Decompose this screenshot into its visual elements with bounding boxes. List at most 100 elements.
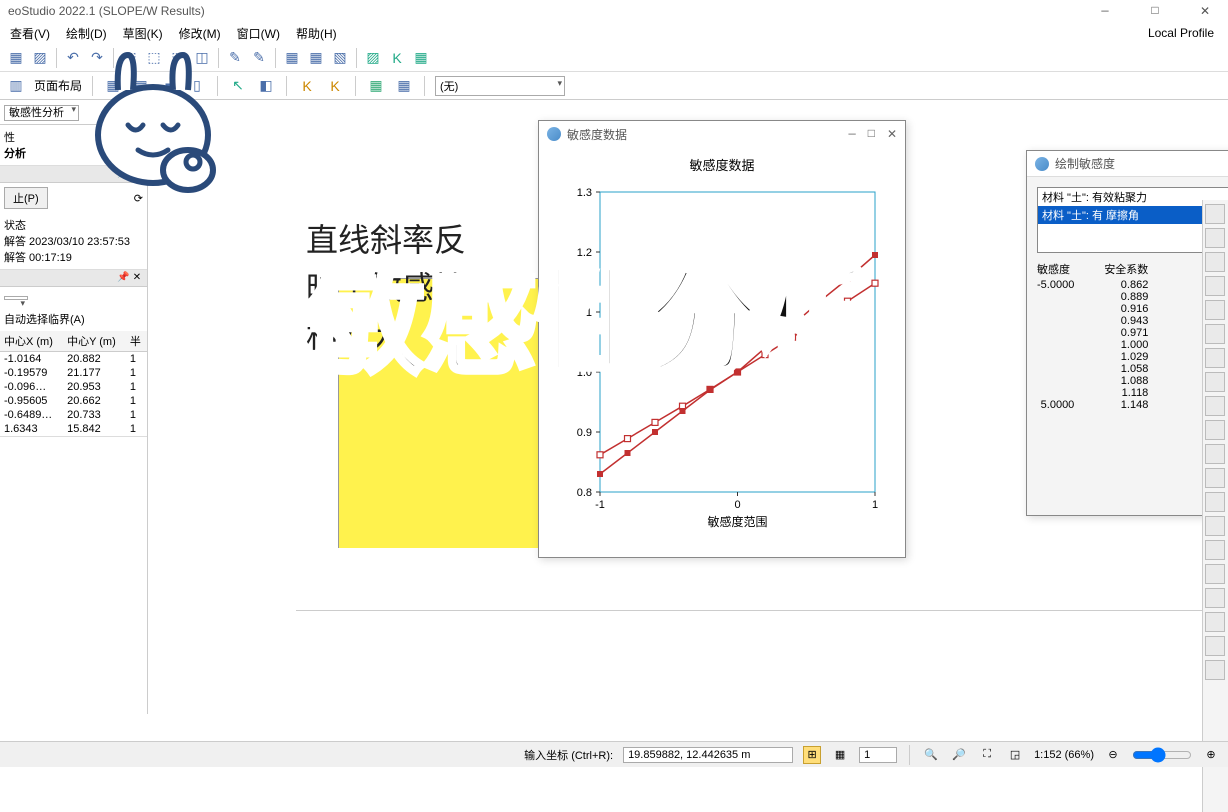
rtool-icon[interactable] — [1205, 396, 1225, 416]
menu-sketch[interactable]: 草图(K) — [117, 23, 169, 44]
chart-dialog-titlebar[interactable]: 敏感度数据 — □ ✕ — [539, 121, 905, 147]
zoom-out-icon[interactable]: 🔎 — [950, 746, 968, 764]
sens-dialog-titlebar[interactable]: 绘制敏感度 ? ✕ — [1027, 151, 1228, 177]
pin-icon[interactable]: 📌 — [117, 168, 129, 180]
sens-dialog-title: 绘制敏感度 — [1055, 155, 1115, 172]
table-row[interactable]: -0.6489…20.7331 — [0, 408, 147, 422]
table-row[interactable]: -0.1957921.1771 — [0, 366, 147, 380]
zoom-plus-icon[interactable]: ⊕ — [1202, 746, 1220, 764]
rtool-icon[interactable] — [1205, 300, 1225, 320]
tb2-icon-8[interactable]: ▦ — [366, 76, 386, 96]
menu-help[interactable]: 帮助(H) — [290, 23, 343, 44]
tb2-icon-6[interactable]: K — [297, 76, 317, 96]
dlg-minimize-icon[interactable]: — — [849, 127, 856, 142]
tool-icon-4[interactable]: ◫ — [192, 48, 212, 68]
svg-text:-1: -1 — [595, 499, 605, 511]
col-header-y[interactable]: 中心Y (m) — [63, 331, 126, 352]
tb2-icon-9[interactable]: ▦ — [394, 76, 414, 96]
grid-value[interactable] — [859, 747, 897, 763]
tool-icon-8[interactable]: ▦ — [306, 48, 326, 68]
material-listbox[interactable]: 材料 "土": 有效粘聚力 材料 "土": 有 摩擦角 — [1037, 187, 1228, 253]
rtool-icon[interactable] — [1205, 372, 1225, 392]
menu-window[interactable]: 窗口(W) — [231, 23, 286, 44]
tool-icon-3[interactable]: ⬚ — [168, 48, 188, 68]
rtool-icon[interactable] — [1205, 276, 1225, 296]
rtool-icon[interactable] — [1205, 492, 1225, 512]
dlg-close-icon[interactable]: ✕ — [887, 127, 897, 142]
col-header-r[interactable]: 半 — [126, 331, 147, 352]
rtool-icon[interactable] — [1205, 636, 1225, 656]
rtool-icon[interactable] — [1205, 564, 1225, 584]
menu-view[interactable]: 查看(V) — [4, 23, 56, 44]
tool-icon-12[interactable]: ▦ — [411, 48, 431, 68]
refresh-icon[interactable]: ⟳ — [134, 192, 143, 205]
menu-draw[interactable]: 绘制(D) — [60, 23, 113, 44]
zoom-fit-icon[interactable]: ⛶ — [978, 746, 996, 764]
tb2-icon-1[interactable]: ▦ — [103, 76, 123, 96]
zoom-extent-icon[interactable]: ◲ — [1006, 746, 1024, 764]
table-row[interactable]: -0.9560520.6621 — [0, 394, 147, 408]
auto-select-label[interactable]: 自动选择临界(A) — [4, 311, 143, 327]
tb2-icon-2[interactable]: ▦ — [131, 76, 151, 96]
rtool-icon[interactable] — [1205, 348, 1225, 368]
list-item[interactable]: 材料 "土": 有效粘聚力 — [1038, 188, 1228, 206]
list-item[interactable]: 材料 "土": 有 摩擦角 — [1038, 206, 1228, 224]
canvas-area[interactable]: 直线斜率反 映了敏感性 相对大 敏感度数据 — □ ✕ 敏感度数据 0.80.9… — [148, 100, 1228, 714]
results-dropdown[interactable] — [4, 296, 28, 300]
new-icon[interactable]: ▦ — [6, 48, 26, 68]
rtool-icon[interactable] — [1205, 444, 1225, 464]
tool-icon-6[interactable]: ✎ — [249, 48, 269, 68]
undo-icon[interactable]: ↶ — [63, 48, 83, 68]
grid-icon[interactable]: ▦ — [831, 746, 849, 764]
menu-modify[interactable]: 修改(M) — [173, 23, 227, 44]
layout-label[interactable]: 页面布局 — [34, 77, 82, 94]
profile-label[interactable]: Local Profile — [1148, 26, 1224, 40]
rtool-icon[interactable] — [1205, 228, 1225, 248]
tb2-icon-4[interactable]: ▯ — [187, 76, 207, 96]
layout-icon[interactable]: ▥ — [6, 76, 26, 96]
tb2-icon-5[interactable]: ◧ — [256, 76, 276, 96]
rtool-icon[interactable] — [1205, 468, 1225, 488]
zoom-in-icon[interactable]: 🔍 — [922, 746, 940, 764]
table-row[interactable]: 1.634315.8421 — [0, 422, 147, 436]
tool-icon-5[interactable]: ✎ — [225, 48, 245, 68]
col-header-x[interactable]: 中心X (m) — [0, 331, 63, 352]
table-row[interactable]: -0.096…20.9531 — [0, 380, 147, 394]
table-row[interactable]: -1.016420.8821 — [0, 352, 147, 367]
tool-icon-1[interactable]: ⬚ — [120, 48, 140, 68]
close-button[interactable]: ✕ — [1190, 4, 1220, 19]
open-icon[interactable]: ▨ — [30, 48, 50, 68]
tb2-icon-3[interactable]: ■ — [159, 76, 179, 96]
tool-icon-11[interactable]: K — [387, 48, 407, 68]
rtool-icon[interactable] — [1205, 252, 1225, 272]
rtool-icon[interactable] — [1205, 420, 1225, 440]
rtool-icon[interactable] — [1205, 324, 1225, 344]
tool-icon-2[interactable]: ⬚ — [144, 48, 164, 68]
rtool-icon[interactable] — [1205, 588, 1225, 608]
rtool-icon[interactable] — [1205, 204, 1225, 224]
chart-dialog: 敏感度数据 — □ ✕ 敏感度数据 0.80.91.01.11.21.3-101… — [538, 120, 906, 558]
rtool-icon[interactable] — [1205, 660, 1225, 680]
tool-icon-7[interactable]: ▦ — [282, 48, 302, 68]
coord-input[interactable] — [623, 747, 793, 763]
tb2-icon-7[interactable]: K — [325, 76, 345, 96]
minimize-button[interactable]: — — [1090, 4, 1120, 19]
dlg-maximize-icon[interactable]: □ — [868, 127, 875, 142]
maximize-button[interactable]: □ — [1140, 4, 1170, 19]
snap-icon[interactable]: ⊞ — [803, 746, 821, 764]
close-panel-icon[interactable]: ✕ — [131, 272, 143, 284]
analysis-dropdown[interactable]: 敏感性分析 — [4, 105, 79, 121]
layer-dropdown[interactable]: (无) — [435, 76, 565, 96]
cursor-icon[interactable]: ↖ — [228, 76, 248, 96]
rtool-icon[interactable] — [1205, 540, 1225, 560]
rtool-icon[interactable] — [1205, 612, 1225, 632]
zoom-minus-icon[interactable]: ⊖ — [1104, 746, 1122, 764]
rtool-icon[interactable] — [1205, 516, 1225, 536]
tool-icon-10[interactable]: ▨ — [363, 48, 383, 68]
tool-icon-9[interactable]: ▧ — [330, 48, 350, 68]
close-panel-icon[interactable]: ✕ — [131, 168, 143, 180]
zoom-slider[interactable] — [1132, 747, 1192, 763]
stop-button[interactable]: 止(P) — [4, 187, 48, 209]
redo-icon[interactable]: ↷ — [87, 48, 107, 68]
pin-icon[interactable]: 📌 — [117, 272, 129, 284]
